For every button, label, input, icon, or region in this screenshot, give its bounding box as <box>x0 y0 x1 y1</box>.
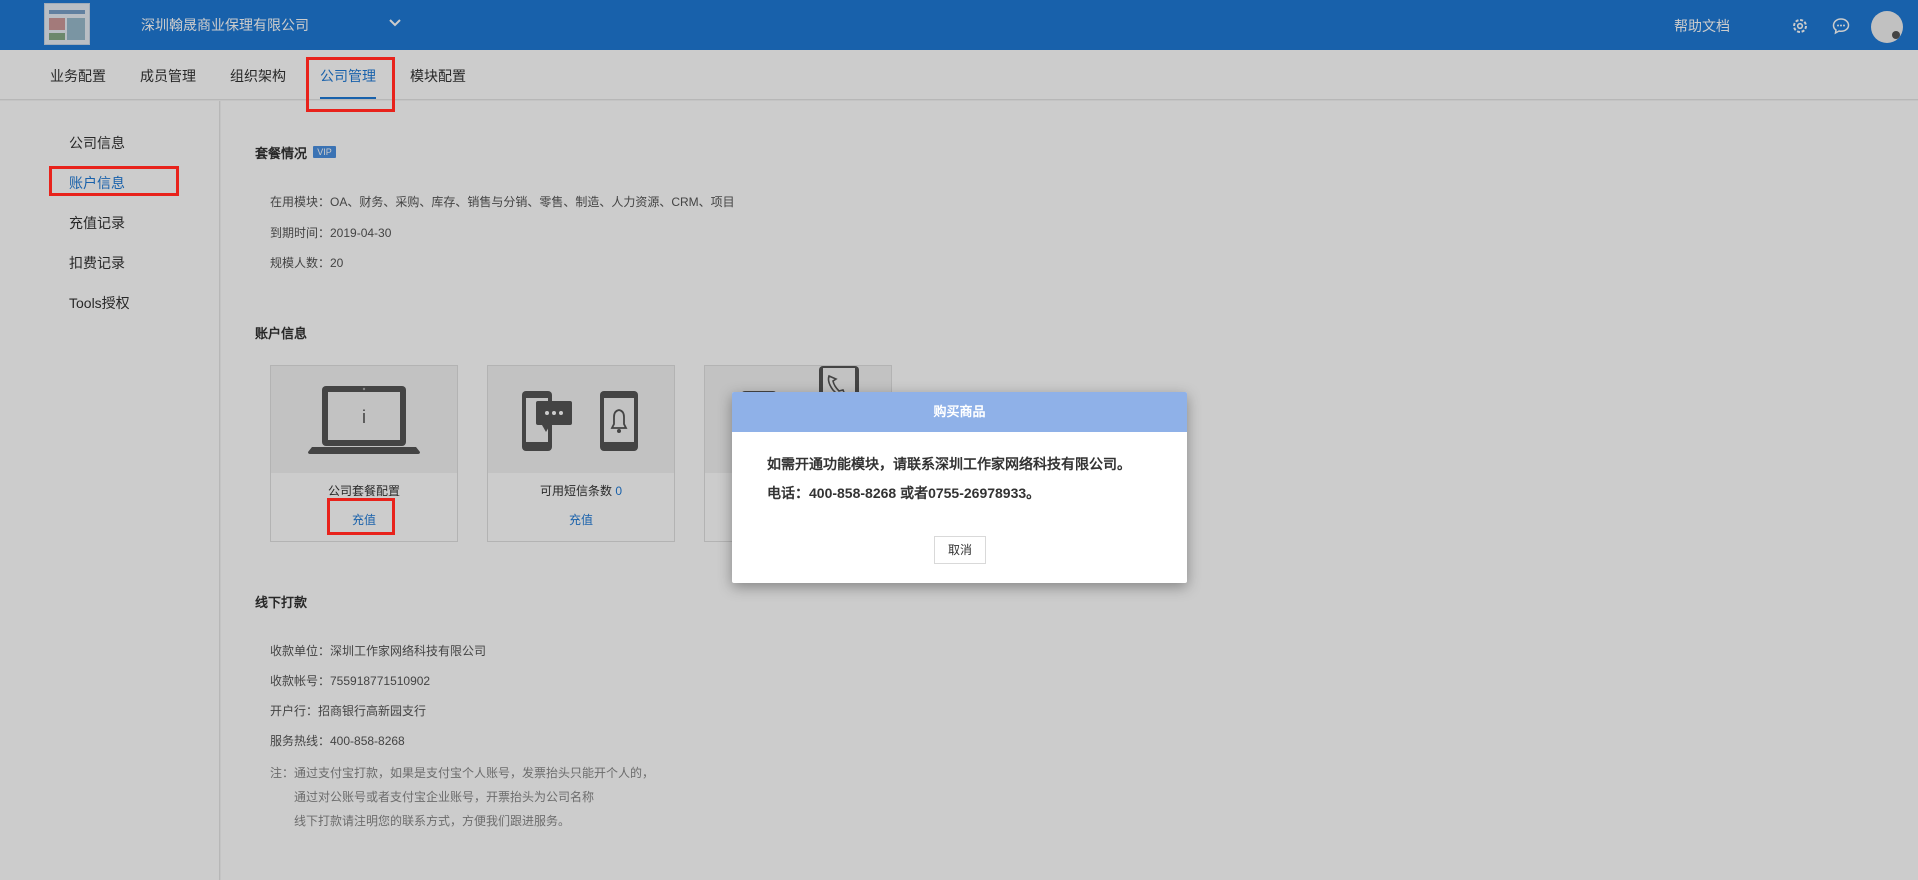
highlight-account-info-item <box>49 166 179 196</box>
cancel-button[interactable]: 取消 <box>934 536 986 564</box>
modal-title: 购买商品 <box>732 392 1187 432</box>
highlight-recharge-link <box>327 498 395 535</box>
modal-message: 如需开通功能模块，请联系深圳工作家网络科技有限公司。 <box>767 456 1131 472</box>
modal-phone: 电话：400-858-8268 或者0755-26978933。 <box>767 485 1041 501</box>
purchase-modal: 购买商品 如需开通功能模块，请联系深圳工作家网络科技有限公司。 电话：400-8… <box>732 392 1187 583</box>
highlight-company-management-tab <box>306 57 395 112</box>
